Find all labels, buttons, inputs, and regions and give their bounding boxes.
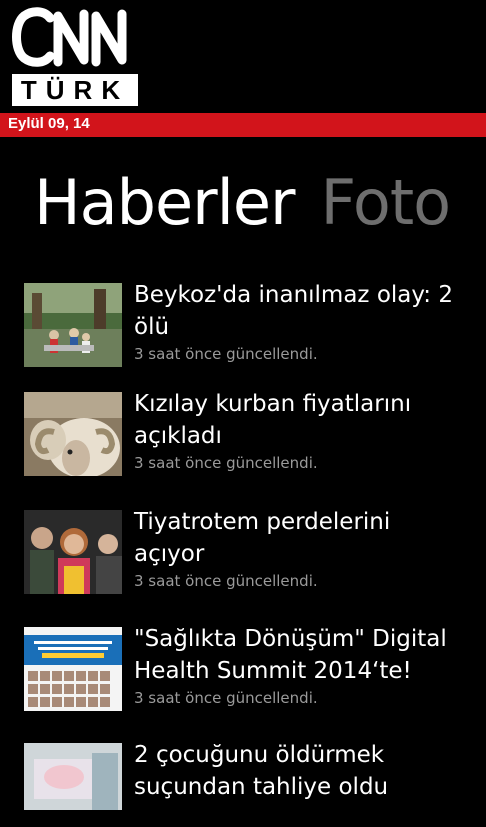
news-title: Tiyatrotem perdelerini açıyor — [134, 509, 391, 567]
news-title: Beykoz'da inanılmaz olay: 2 ölü — [134, 282, 454, 340]
news-list: Beykoz'da inanılmaz olay: 2 ölü 3 saat ö… — [0, 0, 486, 810]
news-updated: 3 saat önce güncellendi. — [134, 454, 318, 472]
hospital-photo-icon — [24, 743, 122, 827]
news-title: "Sağlıkta Dönüşüm" Digital Health Summit… — [134, 626, 447, 684]
park-crowd-photo-icon — [24, 283, 122, 367]
sheep-photo-icon — [24, 392, 122, 476]
summit-poster-photo-icon — [24, 627, 122, 711]
news-title: 2 çocuğunu öldürmek suçundan tahliye old… — [134, 742, 389, 800]
news-updated: 3 saat önce güncellendi. — [134, 572, 318, 590]
news-title: Kızılay kurban fiyatlarını açıkladı — [134, 391, 412, 449]
news-updated: 3 saat önce güncellendi. — [134, 689, 318, 707]
actors-photo-icon — [24, 510, 122, 594]
news-updated: 3 saat önce güncellendi. — [134, 345, 318, 363]
